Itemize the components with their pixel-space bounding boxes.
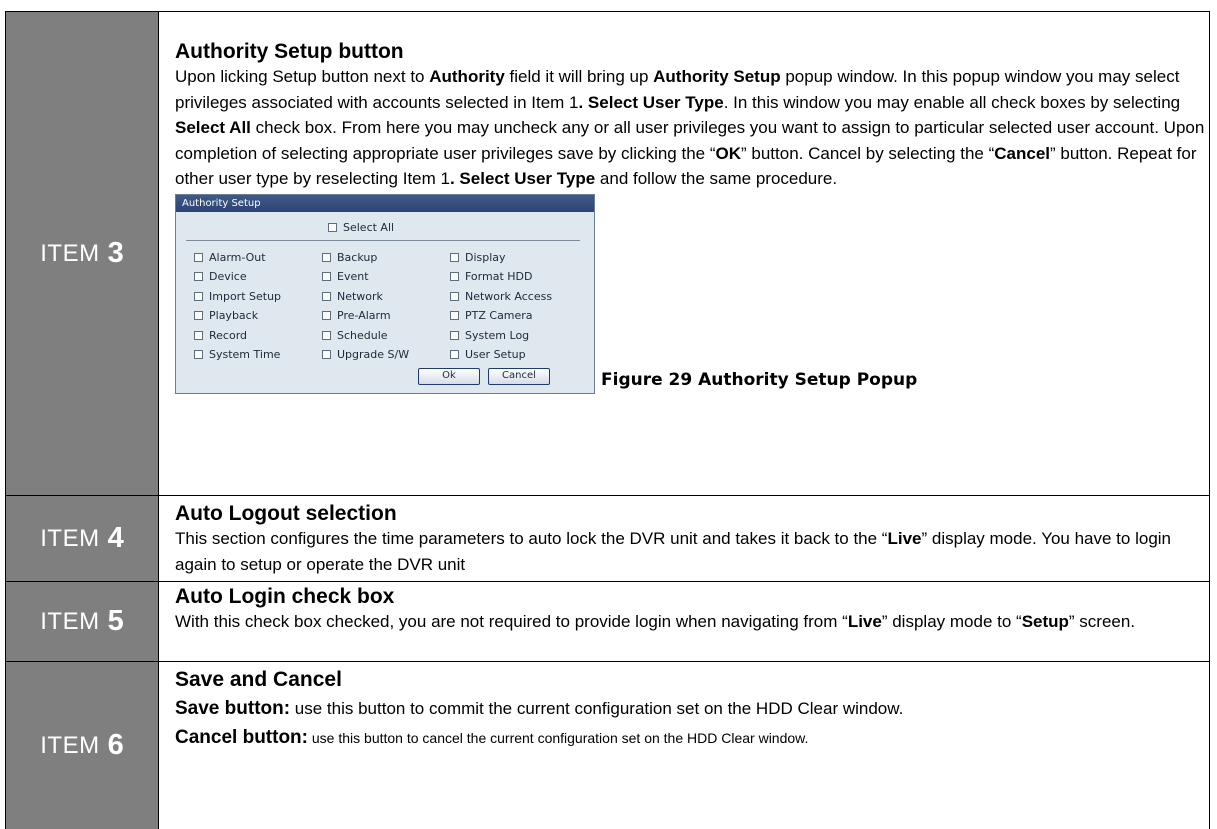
item-number: 4	[107, 522, 124, 554]
item-word: ITEM	[40, 731, 100, 759]
checkbox-icon	[450, 311, 459, 320]
privilege-label: System Log	[465, 328, 530, 342]
privilege-label: Alarm-Out	[209, 250, 266, 264]
privilege-label: Record	[209, 328, 248, 342]
privilege-label: User Setup	[465, 348, 526, 361]
table-row-item-4: ITEM 4 Auto Logout selection This sectio…	[5, 496, 1210, 582]
privilege-option: Device	[194, 268, 322, 285]
checkbox-icon	[322, 272, 331, 281]
checkbox-icon	[322, 252, 331, 262]
privilege-option: Backup	[322, 249, 450, 266]
privilege-option: Network	[322, 288, 450, 305]
privilege-label: Network	[337, 289, 383, 303]
item-content: Auto Login check box With this check box…	[159, 582, 1209, 661]
item-content: Save and Cancel Save button: use this bu…	[159, 662, 1209, 829]
checkbox-icon	[194, 311, 203, 320]
authority-setup-popup-image: Authority Setup Select All Alarm-Out Back…	[175, 193, 595, 394]
select-all-option: Select All	[328, 221, 394, 234]
privilege-label: Event	[337, 270, 369, 283]
popup-divider	[186, 239, 580, 241]
privilege-label: Network Access	[465, 289, 553, 303]
checkbox-icon	[194, 252, 203, 262]
checkbox-icon	[450, 272, 459, 281]
checkbox-icon	[322, 311, 331, 320]
section-heading: Save and Cancel	[175, 668, 342, 691]
privilege-option: PTZ Camera	[450, 307, 600, 324]
privilege-label: Import Setup	[209, 289, 282, 303]
item-label-cell: ITEM 5	[6, 582, 159, 661]
checkbox-icon	[328, 222, 337, 232]
popup-buttons: Ok Cancel	[418, 367, 550, 385]
section-paragraph: Upon licking Setup button next to Author…	[175, 67, 1205, 188]
item-label-cell: ITEM 6	[6, 662, 159, 829]
item-number: 6	[107, 729, 124, 761]
item-label-cell: ITEM 3	[6, 12, 159, 495]
select-all-label: Select All	[343, 220, 395, 234]
popup-title: Authority Setup	[176, 194, 594, 212]
section-heading: Authority Setup button	[175, 40, 404, 63]
checkbox-icon	[194, 350, 203, 359]
privilege-label: System Time	[209, 348, 281, 361]
checkbox-icon	[194, 330, 203, 340]
item-number: 3	[107, 237, 124, 269]
privilege-option: Format HDD	[450, 268, 600, 285]
section-heading: Auto Login check box	[175, 585, 395, 608]
section-paragraph: With this check box checked, you are not…	[175, 612, 1136, 631]
privilege-option: Schedule	[322, 327, 450, 344]
item-word: ITEM	[40, 524, 100, 552]
privilege-label: Display	[465, 250, 506, 264]
document-page: ITEM 3 Authority Setup button Upon licki…	[0, 0, 1217, 829]
checkbox-icon	[322, 330, 331, 340]
privilege-label: Pre-Alarm	[337, 309, 391, 322]
checkbox-icon	[194, 291, 203, 301]
privilege-option: Record	[194, 327, 322, 344]
item-word: ITEM	[40, 607, 100, 635]
table-row-item-3: ITEM 3 Authority Setup button Upon licki…	[5, 11, 1210, 496]
item-content: Authority Setup button Upon licking Setu…	[159, 12, 1209, 495]
figure-block: Authority Setup Select All Alarm-Out Back…	[175, 193, 1209, 394]
save-description: Save button: use this button to commit t…	[175, 698, 904, 719]
checkbox-icon	[322, 350, 331, 359]
cancel-button: Cancel	[488, 367, 550, 385]
privilege-label: Device	[209, 270, 247, 283]
privilege-option: Upgrade S/W	[322, 346, 450, 363]
item-word: ITEM	[40, 239, 100, 267]
checkbox-icon	[322, 291, 331, 301]
privilege-option: Network Access	[450, 288, 600, 305]
checkbox-icon	[194, 272, 203, 281]
privilege-options-grid: Alarm-Out Backup Display Device Event Format …	[194, 249, 600, 364]
privilege-option: Pre-Alarm	[322, 307, 450, 324]
privilege-option: Event	[322, 268, 450, 285]
ok-button: Ok	[418, 367, 480, 385]
privilege-option: System Log	[450, 327, 600, 344]
privilege-label: Format HDD	[465, 270, 533, 283]
item-label-cell: ITEM 4	[6, 496, 159, 581]
table-row-item-5: ITEM 5 Auto Login check box With this ch…	[5, 582, 1210, 662]
privilege-label: Upgrade S/W	[337, 348, 410, 361]
checkbox-icon	[450, 330, 459, 340]
privilege-label: Schedule	[337, 328, 388, 342]
privilege-label: Backup	[337, 250, 378, 264]
privilege-option: Playback	[194, 307, 322, 324]
cancel-description: Cancel button: use this button to cancel…	[175, 726, 809, 748]
checkbox-icon	[450, 252, 459, 262]
privilege-label: Playback	[209, 309, 259, 322]
privilege-option: System Time	[194, 346, 322, 363]
section-paragraph: This section configures the time paramet…	[175, 529, 1172, 574]
checkbox-icon	[450, 350, 459, 359]
item-content: Auto Logout selection This section confi…	[159, 496, 1209, 581]
checkbox-icon	[450, 291, 459, 301]
section-heading: Auto Logout selection	[175, 502, 397, 525]
privilege-label: PTZ Camera	[465, 309, 533, 322]
table-row-item-6: ITEM 6 Save and Cancel Save button: use …	[5, 662, 1210, 829]
privilege-option: Alarm-Out	[194, 249, 322, 266]
privilege-option: Import Setup	[194, 288, 322, 305]
item-number: 5	[107, 605, 124, 637]
figure-caption: Figure 29 Authority Setup Popup	[601, 369, 918, 390]
privilege-option: User Setup	[450, 346, 600, 363]
privilege-option: Display	[450, 249, 600, 266]
